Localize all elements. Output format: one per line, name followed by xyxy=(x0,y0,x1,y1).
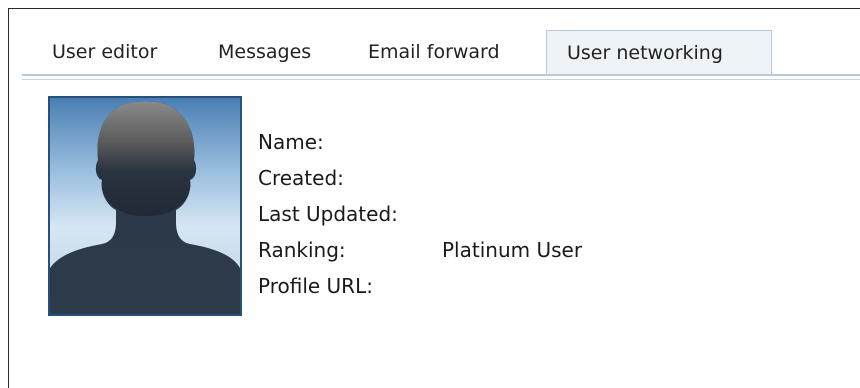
tab-user-networking[interactable]: User networking xyxy=(546,30,772,76)
field-label: Name: xyxy=(258,130,324,154)
tab-user-editor[interactable]: User editor xyxy=(52,30,157,74)
tab-email-forward[interactable]: Email forward xyxy=(368,30,500,74)
field-label: Profile URL: xyxy=(258,274,373,298)
person-silhouette-icon xyxy=(50,98,240,314)
field-label: Last Updated: xyxy=(258,202,398,226)
field-value: Platinum User xyxy=(442,238,583,262)
tab-bar-divider-inner xyxy=(22,79,860,80)
avatar xyxy=(48,96,242,316)
tab-messages[interactable]: Messages xyxy=(218,30,311,74)
field-label: Created: xyxy=(258,166,344,190)
tab-bar-divider xyxy=(22,74,860,76)
tab-bar: User editor Messages Email forward User … xyxy=(22,30,860,76)
field-label: Ranking: xyxy=(258,238,346,262)
